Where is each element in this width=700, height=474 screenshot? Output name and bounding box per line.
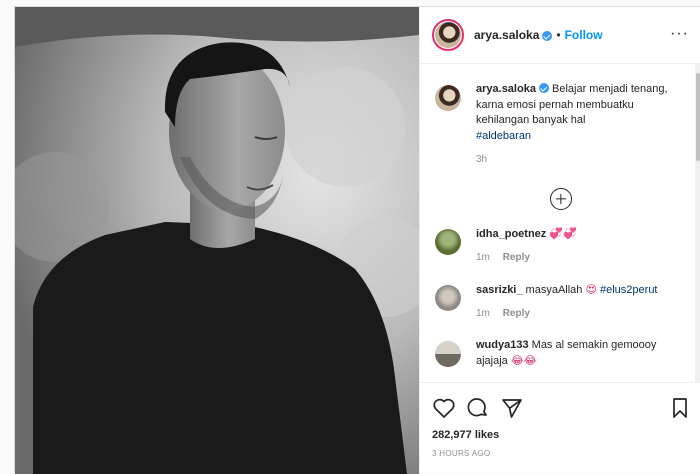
comment-username[interactable]: wudya133: [476, 339, 529, 351]
comment-emoji: 😍: [585, 282, 597, 296]
comments-scrollbar-thumb[interactable]: [696, 73, 700, 161]
commenter-avatar[interactable]: [435, 284, 461, 311]
post-header: arya.saloka • Follow ···: [420, 7, 700, 64]
author-avatar[interactable]: [432, 19, 464, 51]
post-actions: 282,977 likes 3 HOURS AGO: [420, 382, 700, 474]
post-container: arya.saloka • Follow ··· arya.saloka Bel…: [14, 6, 700, 474]
caption-avatar[interactable]: [432, 82, 464, 114]
caption-time[interactable]: 3h: [476, 154, 487, 165]
comment-item: sasrizki_ masyaAllah 😍 #elus2perut 1m Re…: [432, 282, 690, 322]
share-send-icon[interactable]: [500, 397, 524, 419]
author-username[interactable]: arya.saloka: [474, 28, 539, 42]
post-photo[interactable]: [15, 7, 419, 474]
comment-time[interactable]: 1m: [476, 252, 490, 263]
comment-time[interactable]: 1m: [476, 308, 490, 319]
reply-button[interactable]: Reply: [503, 308, 530, 319]
commenter-avatar[interactable]: [435, 228, 461, 255]
follow-button[interactable]: Follow: [565, 28, 603, 42]
likes-count[interactable]: 282,977 likes: [432, 429, 690, 441]
caption-username[interactable]: arya.saloka: [476, 83, 536, 95]
commenter-avatar[interactable]: [435, 340, 461, 367]
verified-badge-icon: [542, 31, 553, 41]
comments-list[interactable]: arya.saloka Belajar menjadi tenang, karn…: [420, 64, 700, 382]
post-sidebar: arya.saloka • Follow ··· arya.saloka Bel…: [419, 7, 700, 474]
comment-username[interactable]: idha_poetnez: [476, 228, 546, 240]
comment-emoji: 💞💞: [549, 226, 577, 240]
comment-text: Mas al semakin gemoooy: [531, 338, 657, 351]
load-more-comments-icon[interactable]: [550, 187, 572, 210]
comment-hashtag[interactable]: #elus2perut: [600, 284, 658, 296]
bookmark-save-icon[interactable]: [670, 397, 690, 419]
like-heart-icon[interactable]: [432, 397, 456, 419]
comment-bubble-icon[interactable]: [466, 397, 490, 419]
comment-username[interactable]: sasrizki_: [476, 284, 522, 296]
portrait-image: [15, 7, 419, 474]
verified-badge-icon: [538, 83, 549, 93]
comment-item: wudya133 Mas al semakin gemoooy ajajaja …: [432, 338, 690, 370]
more-options-icon[interactable]: ···: [670, 25, 689, 43]
comment-text-continued: ajajaja: [476, 355, 508, 367]
caption: arya.saloka Belajar menjadi tenang, karn…: [432, 82, 690, 168]
comment-emoji: 😂😂: [510, 354, 537, 367]
post-timestamp[interactable]: 3 HOURS AGO: [432, 449, 690, 458]
separator-dot: •: [556, 28, 561, 42]
caption-hashtag[interactable]: #aldebaran: [476, 130, 531, 142]
comment-text: masyaAllah: [525, 283, 583, 296]
reply-button[interactable]: Reply: [503, 252, 530, 263]
comment-item: idha_poetnez 💞💞 1m Reply: [432, 226, 690, 266]
